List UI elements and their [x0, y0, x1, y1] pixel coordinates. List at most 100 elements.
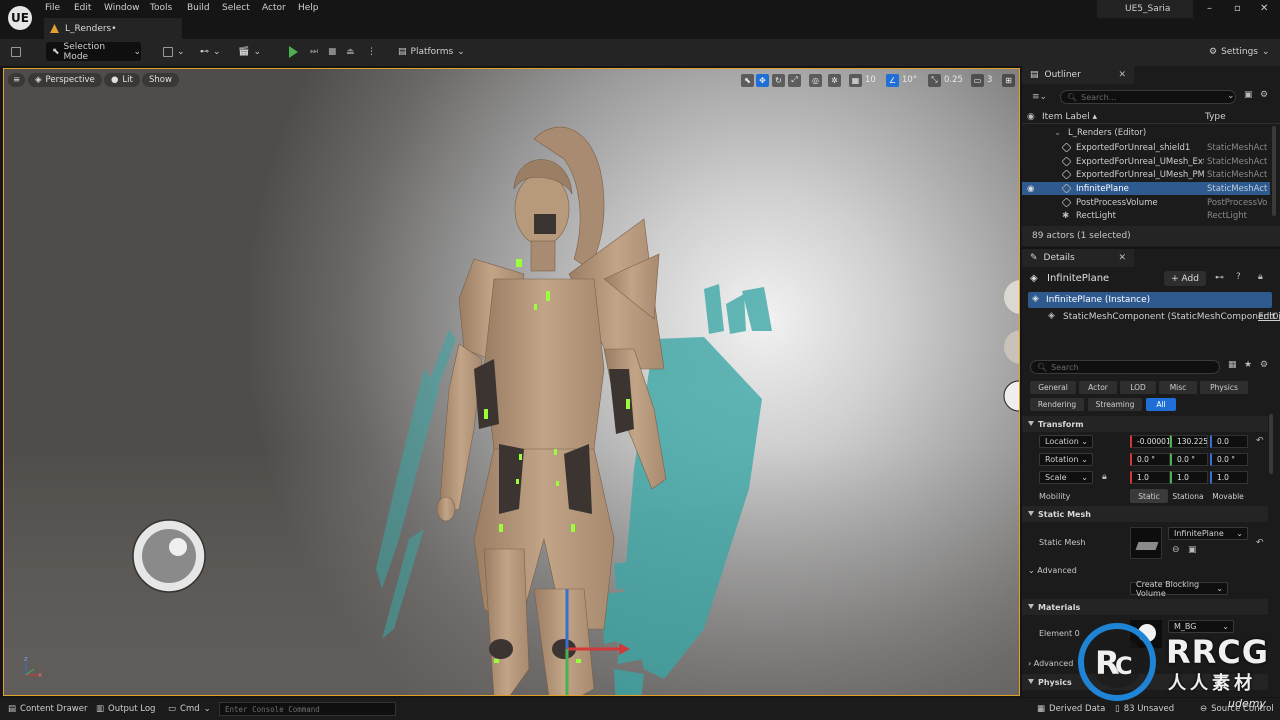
use-selected-icon[interactable]: ▣	[1188, 545, 1197, 555]
outliner-tab[interactable]: ▤ Outliner ✕	[1022, 66, 1134, 84]
cinematics-button[interactable]: 🎬︎ ⌄	[238, 43, 261, 60]
reset-icon[interactable]: ↶	[1256, 436, 1264, 446]
scale-y-field[interactable]: 1.0	[1170, 471, 1208, 484]
component-row[interactable]: ◈ StaticMeshComponent (StaticMeshCompone…	[1048, 310, 1280, 324]
help-icon[interactable]: ?	[1236, 272, 1241, 282]
menu-window[interactable]: Window	[104, 3, 140, 13]
lock-icon[interactable]: 🔒︎	[1258, 272, 1263, 282]
table-view-icon[interactable]: ▦	[1228, 360, 1237, 370]
chevron-down-icon[interactable]: ⌄	[1227, 91, 1235, 101]
blueprint-button[interactable]: ⊷ ⌄	[200, 43, 221, 60]
outliner-row[interactable]: ExportedForUnreal_UMesh_PM3 StaticMeshAc…	[1022, 168, 1270, 181]
filter-all[interactable]: All	[1146, 398, 1176, 411]
rotation-x-field[interactable]: 0.0 °	[1130, 453, 1170, 466]
content-drawer-button[interactable]: ▤ Content Drawer	[8, 704, 87, 714]
menu-select[interactable]: Select	[222, 3, 250, 13]
eject-button[interactable]: ⏏	[346, 43, 355, 60]
gear-icon[interactable]: ⚙	[1260, 90, 1268, 100]
stop-button[interactable]: ■	[328, 43, 337, 60]
menu-build[interactable]: Build	[187, 3, 210, 13]
lit-button[interactable]: ● Lit	[104, 73, 140, 87]
menu-edit[interactable]: Edit	[74, 3, 91, 13]
select-tool[interactable]: ⬉	[741, 73, 754, 87]
close-icon[interactable]: ✕	[1118, 253, 1126, 263]
play-button[interactable]	[289, 43, 298, 60]
outliner-row-selected[interactable]: ◉ InfinitePlane StaticMeshActo	[1022, 182, 1270, 195]
camera-speed-button[interactable]: ▭ 3	[971, 73, 992, 87]
grid-snap-toggle[interactable]: ▦ 10	[849, 73, 876, 87]
add-component-button[interactable]: + Add	[1164, 271, 1206, 286]
material-dropdown[interactable]: M_BG ⌄	[1168, 620, 1234, 633]
perspective-button[interactable]: ◈ Perspective	[28, 73, 102, 87]
edit-link[interactable]: Edit i	[1258, 312, 1280, 322]
details-search-input[interactable]: 🔍︎ Search	[1030, 360, 1220, 374]
advanced-materials-expander[interactable]: › Advanced	[1028, 659, 1073, 668]
outliner-row[interactable]: ExportedForUnreal_UMesh_Extra StaticMesh…	[1022, 155, 1270, 168]
location-mode-dropdown[interactable]: Location ⌄	[1039, 435, 1093, 448]
scale-snap-toggle[interactable]: ⤡ 0.25	[928, 73, 963, 87]
filter-lod[interactable]: LOD	[1120, 381, 1156, 394]
eye-icon[interactable]: ◉	[1027, 184, 1034, 194]
mobility-static[interactable]: Static	[1130, 489, 1168, 503]
output-log-button[interactable]: ▥ Output Log	[96, 704, 155, 714]
settings-button[interactable]: ⚙ Settings ⌄	[1209, 43, 1270, 60]
console-input[interactable]: Enter Console Command	[219, 702, 396, 716]
close-window-icon[interactable]: ✕	[1260, 3, 1268, 14]
static-mesh-section-header[interactable]: Static Mesh	[1022, 506, 1268, 522]
menu-tools[interactable]: Tools	[150, 3, 172, 13]
location-z-field[interactable]: 0.0	[1210, 435, 1248, 448]
folder-add-icon[interactable]: ▣	[1244, 90, 1253, 100]
star-icon[interactable]: ★	[1244, 360, 1252, 370]
add-content-button[interactable]: ⌄	[163, 43, 185, 60]
outliner-search-input[interactable]: 🔍︎ Search...	[1060, 90, 1236, 104]
browse-icon[interactable]: ⊖	[1172, 545, 1180, 555]
menu-file[interactable]: File	[45, 3, 60, 13]
instance-row[interactable]: ◈ InfinitePlane (Instance)	[1028, 292, 1272, 308]
column-type[interactable]: Type	[1205, 112, 1226, 122]
scale-tool[interactable]: ⤢	[788, 73, 801, 87]
mobility-movable[interactable]: Movable	[1208, 489, 1248, 503]
reset-icon[interactable]: ↶	[1256, 538, 1264, 548]
surface-snap-toggle[interactable]: ✲	[828, 73, 841, 87]
lock-icon[interactable]: 🔒︎	[1102, 472, 1107, 482]
location-y-field[interactable]: 130.2256	[1170, 435, 1208, 448]
level-viewport[interactable]: z x ≡ ◈ Perspective ● Lit Show ⬉ ✥ ↻ ⤢ ◎…	[3, 68, 1020, 696]
world-local-toggle[interactable]: ◎	[809, 73, 822, 87]
static-mesh-dropdown[interactable]: InfinitePlane ⌄	[1168, 527, 1248, 540]
create-blocking-volume-button[interactable]: Create Blocking Volume ⌄	[1130, 580, 1228, 598]
scale-z-field[interactable]: 1.0	[1210, 471, 1248, 484]
filter-icon[interactable]: ≡⌄	[1032, 92, 1047, 102]
cmd-dropdown[interactable]: ▭ Cmd ⌄	[168, 704, 211, 714]
mesh-thumbnail[interactable]	[1130, 527, 1162, 559]
materials-section-header[interactable]: Materials	[1022, 599, 1268, 615]
rotation-mode-dropdown[interactable]: Rotation ⌄	[1039, 453, 1093, 466]
rotation-snap-toggle[interactable]: ∠ 10°	[886, 73, 917, 87]
play-options-button[interactable]: ⋮	[367, 43, 376, 60]
show-button[interactable]: Show	[142, 73, 179, 87]
eye-icon[interactable]: ◉	[1027, 112, 1035, 122]
menu-actor[interactable]: Actor	[262, 3, 286, 13]
rotation-z-field[interactable]: 0.0 °	[1210, 453, 1248, 466]
minimize-icon[interactable]: –	[1207, 3, 1212, 14]
blueprint-icon[interactable]: ⊷	[1215, 273, 1224, 283]
menu-help[interactable]: Help	[298, 3, 319, 13]
outliner-root-row[interactable]: ⌄ L_Renders (Editor)	[1022, 126, 1270, 139]
mobility-stationary[interactable]: Stationa	[1168, 489, 1208, 503]
filter-physics[interactable]: Physics	[1200, 381, 1248, 394]
scale-x-field[interactable]: 1.0	[1130, 471, 1170, 484]
viewport-menu-button[interactable]: ≡	[8, 73, 26, 87]
translate-tool[interactable]: ✥	[756, 73, 769, 87]
selection-mode-dropdown[interactable]: ⬉ Selection Mode ⌄	[46, 42, 141, 62]
maximize-viewport-button[interactable]: ⊞	[1002, 73, 1015, 87]
unreal-logo-icon[interactable]: UE	[8, 6, 32, 30]
filter-actor[interactable]: Actor	[1079, 381, 1117, 394]
location-x-field[interactable]: -0.00001	[1130, 435, 1170, 448]
filter-streaming[interactable]: Streaming	[1088, 398, 1142, 411]
outliner-row[interactable]: PostProcessVolume PostProcessVo	[1022, 196, 1270, 209]
platforms-button[interactable]: ▤ Platforms ⌄	[398, 43, 465, 60]
level-tab[interactable]: L_Renders•	[44, 18, 182, 39]
skip-button[interactable]: ⏭	[310, 43, 318, 60]
outliner-row[interactable]: ✱ RectLight RectLight	[1022, 209, 1270, 222]
filter-misc[interactable]: Misc	[1159, 381, 1197, 394]
details-scrollbar[interactable]	[1269, 414, 1273, 474]
